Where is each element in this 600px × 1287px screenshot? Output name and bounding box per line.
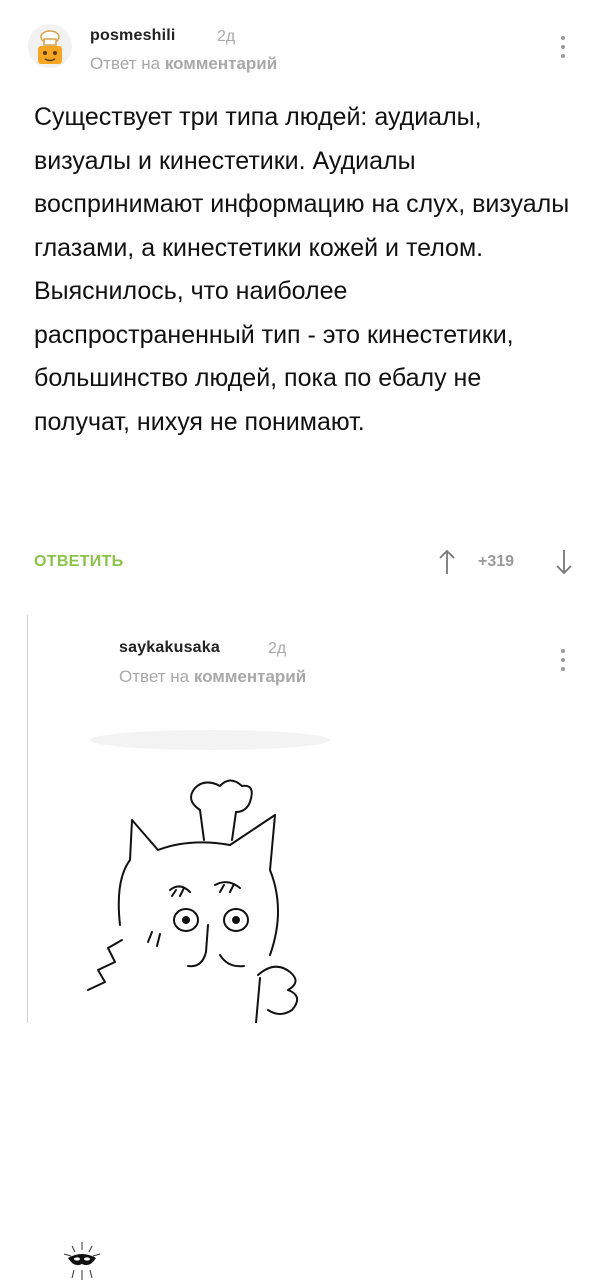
rating-count: +319	[478, 553, 515, 570]
comment-posmeshili: posmeshili 2д Ответ на комментарий Сущес…	[0, 0, 600, 600]
reply-to-prefix: Ответ на	[90, 54, 161, 73]
reply-to-prefix: Ответ на	[119, 667, 190, 686]
comment-age: 2д	[268, 640, 287, 657]
comment-paragraph: Выяснилось, что наиболее распространенны…	[34, 277, 514, 436]
more-options-icon[interactable]	[559, 36, 567, 64]
comment-author[interactable]: saykakusaka	[119, 639, 220, 657]
comment-age: 2д	[217, 28, 236, 45]
reply-button[interactable]: ОТВЕТИТЬ	[34, 553, 123, 571]
chef-avatar-icon[interactable]	[28, 24, 72, 68]
upvote-arrow-icon[interactable]	[439, 548, 455, 576]
more-options-icon[interactable]	[559, 649, 567, 677]
reply-to-target[interactable]: комментарий	[165, 54, 277, 73]
reply-to-note[interactable]: Ответ на комментарий	[119, 667, 306, 687]
downvote-arrow-icon[interactable]	[556, 548, 572, 576]
cat-chef-drawing[interactable]	[60, 720, 380, 1024]
reply-to-target[interactable]: комментарий	[194, 667, 306, 686]
comment-author[interactable]: posmeshili	[90, 27, 176, 45]
reply-to-note[interactable]: Ответ на комментарий	[90, 54, 277, 74]
comment-body: Существует три типа людей: аудиалы, визу…	[34, 96, 574, 444]
comment-paragraph: Существует три типа людей: аудиалы, визу…	[34, 103, 570, 262]
mask-avatar-icon[interactable]	[60, 1238, 104, 1282]
